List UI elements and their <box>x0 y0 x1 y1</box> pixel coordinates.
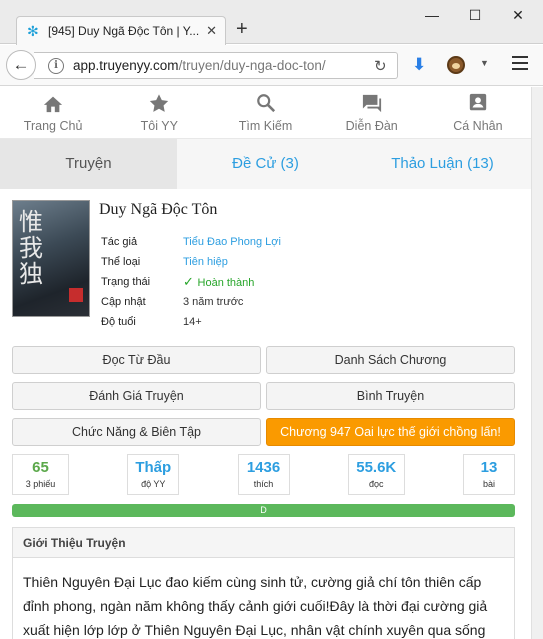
likes-stat[interactable]: 1436 thích <box>237 454 290 495</box>
site-favicon-icon: ✻ <box>27 23 39 39</box>
search-icon <box>256 94 275 113</box>
maximize-button[interactable]: ☐ <box>465 6 485 24</box>
page-content: Trang Chủ Tôi YY Tìm Kiếm Diễn Đàn Cá Nh… <box>0 87 531 639</box>
window-titlebar: ✻ [945] Duy Ngã Độc Tôn | Y... ✕ + — ☐ ✕ <box>0 0 543 45</box>
intro-text: Thiên Nguyên Đại Lục đao kiếm cùng sinh … <box>23 574 488 638</box>
stat-label: đọc <box>368 479 384 489</box>
progress-bar: D <box>12 504 515 517</box>
stat-label: độ YY <box>141 479 166 489</box>
tab-story[interactable]: Truyện <box>0 139 177 189</box>
genre-link[interactable]: Tiên hiệp <box>183 252 228 272</box>
star-icon <box>150 94 169 112</box>
hamburger-menu-icon[interactable] <box>512 56 528 74</box>
back-button[interactable]: ← <box>6 50 36 80</box>
site-info-icon[interactable]: i <box>48 57 64 74</box>
age-rating-value: 14+ <box>183 316 202 328</box>
account-icon <box>469 93 487 111</box>
stat-value: 1436 <box>246 459 281 476</box>
meta-label: Độ tuổi <box>101 316 136 328</box>
meta-label: Cập nhật <box>101 296 146 308</box>
nav-label: Tôi YY <box>140 119 178 133</box>
reload-icon[interactable]: ↻ <box>374 57 387 75</box>
stat-value: 55.6K <box>356 459 397 476</box>
meta-label: Trạng thái <box>101 276 151 288</box>
meta-label: Tác giả <box>101 236 138 248</box>
story-subtabs: Truyện Đề Cử (3) Thảo Luận (13) <box>0 139 531 189</box>
nav-item-search[interactable]: Tìm Kiếm <box>212 87 318 138</box>
rating-stat[interactable]: 65 3 phiếu <box>12 454 69 495</box>
review-story-button[interactable]: Bình Truyện <box>266 382 515 410</box>
top-navigation: Trang Chủ Tôi YY Tìm Kiếm Diễn Đàn Cá Nh… <box>0 87 531 139</box>
stat-label: thích <box>253 479 274 489</box>
url-text[interactable]: app.truyenyy.com/truyen/duy-nga-doc-ton/ <box>73 58 343 73</box>
story-introduction: Giới Thiệu Truyện Thiên Nguyên Đại Lục đ… <box>12 527 515 639</box>
author-link[interactable]: Tiểu Đao Phong Lợi <box>183 232 281 252</box>
nav-label: Diễn Đàn <box>345 119 398 133</box>
browser-toolbar: i app.truyenyy.com/truyen/duy-nga-doc-to… <box>0 45 543 86</box>
nav-label: Cá Nhân <box>453 119 503 133</box>
story-stats: 65 3 phiếu Thấp độ YY 1436 thích 55.6K đ… <box>12 454 515 495</box>
posts-stat[interactable]: 13 bài <box>463 454 515 495</box>
close-window-button[interactable]: ✕ <box>508 6 528 24</box>
stat-value: 65 <box>32 459 49 476</box>
address-bar[interactable]: i app.truyenyy.com/truyen/duy-nga-doc-to… <box>34 52 398 79</box>
nav-label: Tìm Kiếm <box>238 119 293 133</box>
meta-label: Thể loại <box>101 256 141 268</box>
tab-title: [945] Duy Ngã Độc Tôn | Y... <box>48 24 200 38</box>
nav-label: Trang Chủ <box>23 119 83 133</box>
extension-monkey-icon[interactable] <box>447 56 465 74</box>
download-icon[interactable]: ⬇ <box>412 55 426 75</box>
book-cover-image: 惟我独 <box>12 200 90 317</box>
browser-tab[interactable]: ✻ [945] Duy Ngã Độc Tôn | Y... ✕ <box>16 16 226 45</box>
intro-heading: Giới Thiệu Truyện <box>13 528 514 558</box>
nav-item-account[interactable]: Cá Nhân <box>425 87 531 138</box>
stat-label: bài <box>482 479 495 489</box>
nav-item-my-yy[interactable]: Tôi YY <box>106 87 212 138</box>
stat-value: 13 <box>480 459 498 476</box>
status-value: Hoàn thành <box>183 272 255 292</box>
stat-value: Thấp <box>135 459 172 476</box>
page-scrollbar[interactable] <box>531 87 543 639</box>
nav-item-forum[interactable]: Diễn Đàn <box>319 87 425 138</box>
book-meta: Tác giả Tiểu Đao Phong Lợi Thể loại Tiên h… <box>101 232 281 332</box>
reads-stat[interactable]: 55.6K đọc <box>347 454 405 495</box>
tab-close-icon[interactable]: ✕ <box>206 23 217 39</box>
chevron-down-icon[interactable]: ▼ <box>480 58 489 68</box>
tab-recommendations[interactable]: Đề Cử (3) <box>177 139 354 189</box>
forum-icon <box>362 94 381 113</box>
yy-level-stat[interactable]: Thấp độ YY <box>127 454 180 495</box>
new-tab-button[interactable]: + <box>236 19 248 39</box>
functions-edit-button[interactable]: Chức Năng & Biên Tập <box>12 418 261 446</box>
updated-value: 3 năm trước <box>183 296 244 308</box>
minimize-button[interactable]: — <box>422 6 442 24</box>
book-info: 惟我独 Duy Ngã Độc Tôn Tác giả Tiểu Đao Phon… <box>0 189 531 328</box>
home-icon <box>44 96 63 113</box>
nav-item-home[interactable]: Trang Chủ <box>0 87 106 138</box>
tab-discussion[interactable]: Thảo Luận (13) <box>354 139 531 189</box>
action-buttons: Đọc Từ Đầu Danh Sách Chương Đánh Giá Tru… <box>12 346 515 454</box>
stat-label: 3 phiếu <box>25 479 56 489</box>
chapter-list-button[interactable]: Danh Sách Chương <box>266 346 515 374</box>
read-from-start-button[interactable]: Đọc Từ Đầu <box>12 346 261 374</box>
latest-chapter-button[interactable]: Chương 947 Oai lực thế giới chồng lấn! <box>266 418 515 446</box>
book-title: Duy Ngã Độc Tôn <box>99 201 218 218</box>
rate-story-button[interactable]: Đánh Giá Truyện <box>12 382 261 410</box>
